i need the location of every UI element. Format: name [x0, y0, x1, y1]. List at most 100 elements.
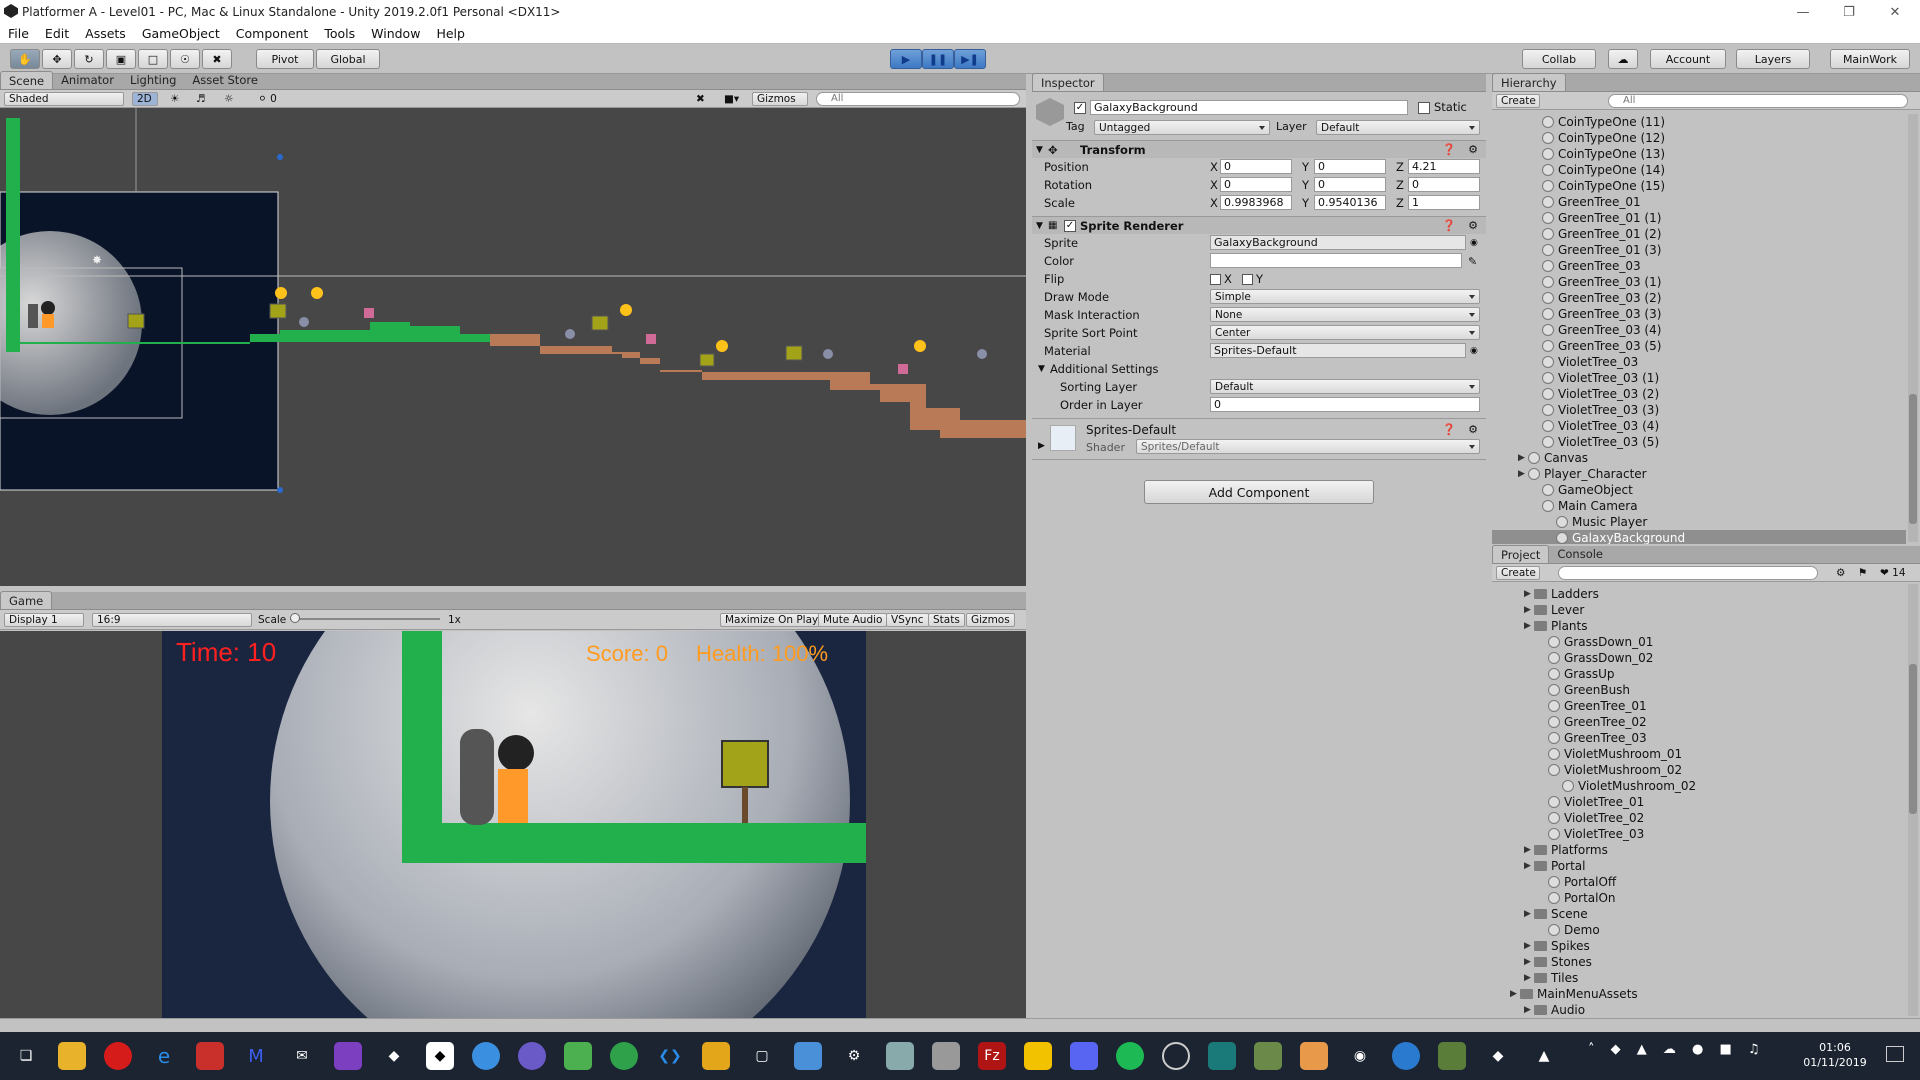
- help-icon[interactable]: ❓: [1442, 423, 1456, 436]
- visual-studio-icon[interactable]: [334, 1042, 362, 1070]
- additional-settings-foldout[interactable]: ▼ Additional Settings: [1032, 360, 1486, 378]
- object-picker-icon[interactable]: ◉: [1470, 238, 1478, 248]
- hierarchy-item[interactable]: GalaxyBackground: [1492, 530, 1906, 544]
- rotate-tool-button[interactable]: ↻: [74, 49, 104, 69]
- hierarchy-item[interactable]: GreenTree_01 (3): [1492, 242, 1906, 258]
- hierarchy-item[interactable]: GreenTree_03 (3): [1492, 306, 1906, 322]
- hierarchy-item[interactable]: CoinTypeOne (12): [1492, 130, 1906, 146]
- color-field[interactable]: [1210, 253, 1462, 268]
- menu-component[interactable]: Component: [228, 26, 317, 41]
- filter-type-icon[interactable]: ⚙: [1836, 567, 1845, 579]
- scale-slider[interactable]: [290, 618, 440, 620]
- project-item[interactable]: ▶ Ladders: [1492, 586, 1906, 602]
- rect-tool-button[interactable]: □: [138, 49, 168, 69]
- opera-icon[interactable]: [104, 1042, 132, 1070]
- tab-animator[interactable]: Animator: [53, 71, 122, 89]
- hierarchy-item[interactable]: GreenTree_03 (5): [1492, 338, 1906, 354]
- hierarchy-item[interactable]: GreenTree_03 (1): [1492, 274, 1906, 290]
- maximize-on-play-toggle[interactable]: Maximize On Play: [720, 612, 824, 627]
- hierarchy-item[interactable]: VioletTree_03: [1492, 354, 1906, 370]
- sprite-renderer-header[interactable]: ▼ ▦ ✓ Sprite Renderer ❓ ⚙: [1032, 216, 1486, 234]
- project-item[interactable]: PortalOff: [1492, 874, 1906, 890]
- steam-icon[interactable]: ◉: [1346, 1042, 1374, 1070]
- scale-y-field[interactable]: 0.9540136: [1314, 195, 1386, 210]
- expand-arrow-icon[interactable]: ▶: [1524, 973, 1534, 983]
- menu-assets[interactable]: Assets: [77, 26, 134, 41]
- game-gizmos-dropdown[interactable]: Gizmos: [966, 612, 1015, 627]
- tag-dropdown[interactable]: Untagged: [1094, 120, 1270, 135]
- project-item[interactable]: VioletTree_01: [1492, 794, 1906, 810]
- shader-dropdown[interactable]: Sprites/Default: [1136, 439, 1480, 454]
- hierarchy-item[interactable]: CoinTypeOne (13): [1492, 146, 1906, 162]
- help-icon[interactable]: ❓: [1442, 219, 1456, 232]
- project-item[interactable]: VioletTree_03: [1492, 826, 1906, 842]
- hierarchy-item[interactable]: ▶ Canvas: [1492, 450, 1906, 466]
- expand-arrow-icon[interactable]: ▶: [1510, 989, 1520, 999]
- project-item[interactable]: GrassDown_01: [1492, 634, 1906, 650]
- project-item[interactable]: ▶ Scene: [1492, 906, 1906, 922]
- sprite-renderer-enabled-checkbox[interactable]: ✓: [1064, 219, 1076, 232]
- audio-toggle-icon[interactable]: ♬: [196, 93, 205, 105]
- hierarchy-item[interactable]: VioletTree_03 (4): [1492, 418, 1906, 434]
- unity-icon[interactable]: ◆: [426, 1042, 454, 1070]
- camera-icon[interactable]: ■▾: [724, 93, 739, 105]
- spotify-icon[interactable]: [1116, 1042, 1144, 1070]
- position-x-field[interactable]: 0: [1220, 159, 1292, 174]
- app-icon[interactable]: ▲: [1530, 1042, 1558, 1070]
- expand-arrow-icon[interactable]: ▶: [1518, 453, 1528, 463]
- notepad-icon[interactable]: [564, 1042, 592, 1070]
- project-item[interactable]: ▶ Tiles: [1492, 970, 1906, 986]
- expand-arrow-icon[interactable]: ▶: [1524, 605, 1534, 615]
- draw-mode-dropdown[interactable]: Simple: [1210, 289, 1480, 304]
- hierarchy-item[interactable]: VioletTree_03 (3): [1492, 402, 1906, 418]
- layer-dropdown[interactable]: Default: [1316, 120, 1480, 135]
- hierarchy-item[interactable]: GreenTree_01 (2): [1492, 226, 1906, 242]
- tab-inspector[interactable]: Inspector: [1032, 73, 1104, 91]
- edge-icon[interactable]: e: [150, 1042, 178, 1070]
- step-button[interactable]: ▶❚: [954, 49, 986, 69]
- project-item[interactable]: GreenBush: [1492, 682, 1906, 698]
- transform-header[interactable]: ▼ ✥ Transform ❓ ⚙: [1032, 140, 1486, 158]
- add-component-button[interactable]: Add Component: [1144, 480, 1374, 504]
- mute-audio-toggle[interactable]: Mute Audio: [818, 612, 888, 627]
- file-explorer-icon[interactable]: [58, 1042, 86, 1070]
- expand-arrow-icon[interactable]: ▶: [1518, 469, 1528, 479]
- project-item[interactable]: GreenTree_03: [1492, 730, 1906, 746]
- project-item[interactable]: Demo: [1492, 922, 1906, 938]
- start-icon[interactable]: ❏: [12, 1042, 40, 1070]
- app-icon[interactable]: [702, 1042, 730, 1070]
- lighting-toggle-icon[interactable]: ☀: [170, 93, 179, 105]
- menu-help[interactable]: Help: [428, 26, 473, 41]
- sort-point-dropdown[interactable]: Center: [1210, 325, 1480, 340]
- filter-label-icon[interactable]: ⚑: [1858, 567, 1867, 579]
- settings-icon[interactable]: ⚙: [840, 1042, 868, 1070]
- project-scroll-thumb[interactable]: [1909, 664, 1917, 814]
- project-item[interactable]: ▶ Stones: [1492, 954, 1906, 970]
- hierarchy-item[interactable]: VioletTree_03 (2): [1492, 386, 1906, 402]
- global-toggle[interactable]: Global: [316, 49, 380, 69]
- expand-arrow-icon[interactable]: ▶: [1524, 621, 1534, 631]
- tools-icon[interactable]: ✖: [696, 93, 705, 105]
- hierarchy-item[interactable]: GameObject: [1492, 482, 1906, 498]
- project-item[interactable]: ▶ Portal: [1492, 858, 1906, 874]
- vscode-icon[interactable]: ❮❯: [656, 1042, 684, 1070]
- hierarchy-item[interactable]: CoinTypeOne (15): [1492, 178, 1906, 194]
- settings-gear-icon[interactable]: ⚙: [1468, 143, 1478, 156]
- pivot-toggle[interactable]: Pivot: [256, 49, 314, 69]
- eyedropper-icon[interactable]: ✎: [1468, 255, 1477, 268]
- app-icon[interactable]: [518, 1042, 546, 1070]
- mask-interaction-dropdown[interactable]: None: [1210, 307, 1480, 322]
- tab-scene[interactable]: Scene: [0, 71, 54, 89]
- project-item[interactable]: GrassDown_02: [1492, 650, 1906, 666]
- tab-console[interactable]: Console: [1549, 545, 1611, 563]
- app-icon[interactable]: [610, 1042, 638, 1070]
- notifications-icon[interactable]: [1886, 1046, 1904, 1062]
- custom-tool-button[interactable]: ✖: [202, 49, 232, 69]
- move-tool-button[interactable]: ✥: [42, 49, 72, 69]
- app-icon[interactable]: [1392, 1042, 1420, 1070]
- scale-x-field[interactable]: 0.9983968: [1220, 195, 1292, 210]
- shading-mode-dropdown[interactable]: Shaded: [4, 91, 124, 106]
- project-item[interactable]: ▶ Spikes: [1492, 938, 1906, 954]
- transform-tool-button[interactable]: ☉: [170, 49, 200, 69]
- obs-icon[interactable]: [1162, 1042, 1190, 1070]
